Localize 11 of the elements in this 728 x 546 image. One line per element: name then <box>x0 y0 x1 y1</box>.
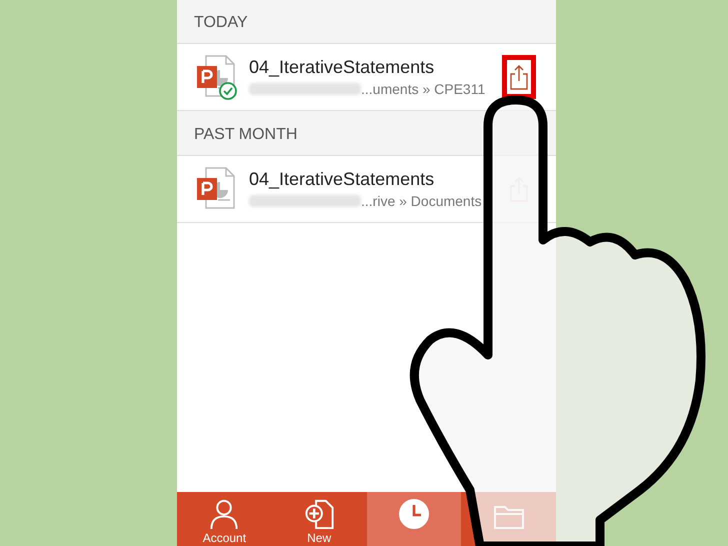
recent-icon <box>396 497 431 531</box>
file-name: 04_IterativeStatements <box>249 169 436 190</box>
share-icon <box>509 64 529 90</box>
file-name: 04_IterativeStatements <box>249 57 436 78</box>
tab-recent[interactable] <box>366 492 462 546</box>
tab-new[interactable]: New <box>272 492 366 546</box>
tab-account[interactable]: Account <box>177 492 272 546</box>
file-path: ...uments » CPE311 <box>361 81 486 97</box>
file-path: ...rive » Documents <box>361 193 482 209</box>
powerpoint-file-icon <box>197 167 235 209</box>
section-header: TODAY <box>177 0 556 44</box>
